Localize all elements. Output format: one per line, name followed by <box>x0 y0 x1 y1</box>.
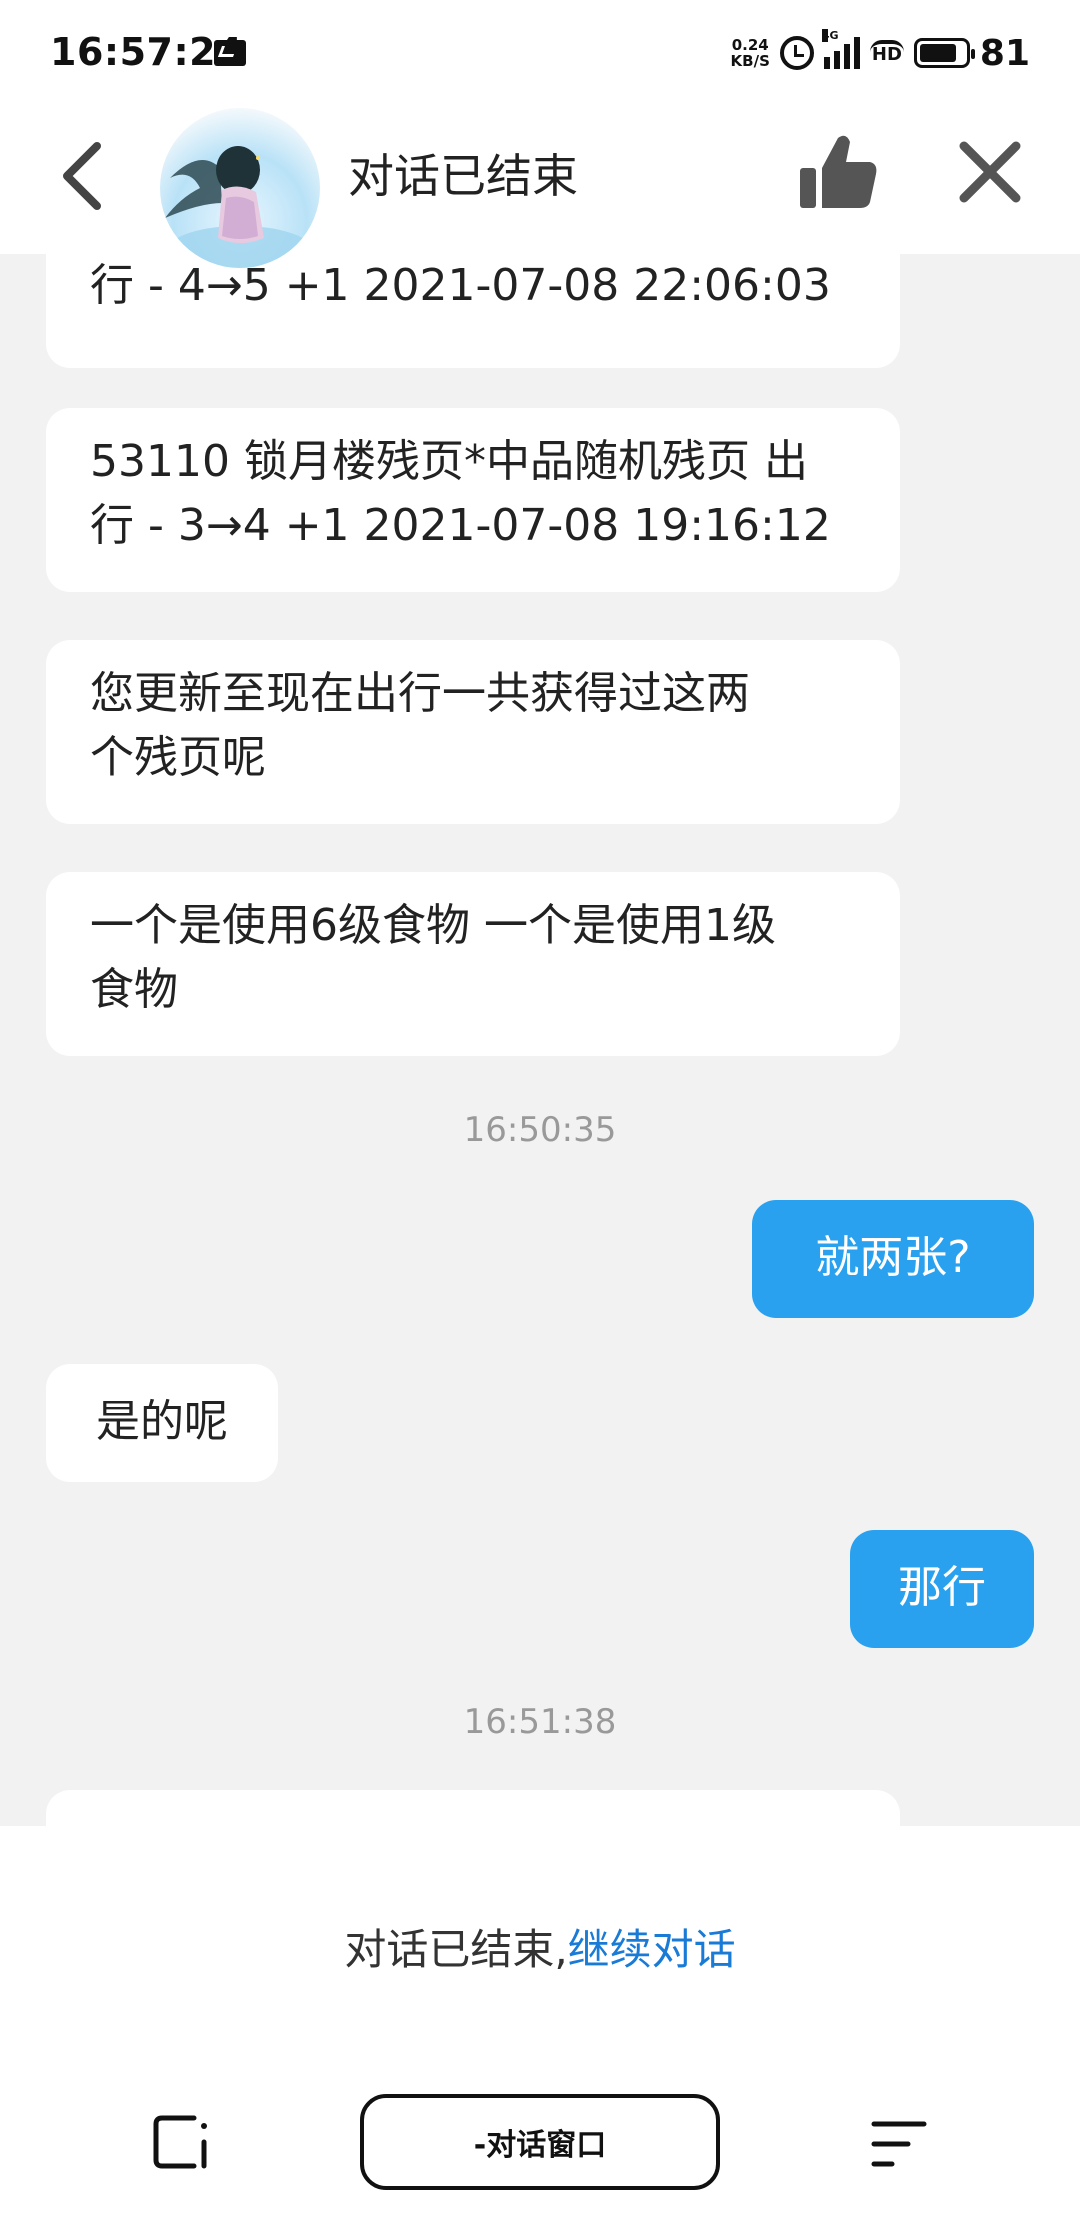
battery-icon <box>913 38 975 68</box>
hd-voice-icon: HD <box>869 40 904 66</box>
status-icons: 0.24 KB/S 4G HD 81 <box>731 28 1030 78</box>
message-timestamp: 16:51:38 <box>463 1702 617 1742</box>
message-text-line: 行 - 3→4 +1 2021-07-08 19:16:12 <box>90 500 831 551</box>
nav-pill-label: -对话窗口 <box>473 2128 607 2163</box>
recent-apps-button[interactable] <box>150 2112 210 2172</box>
network-speed-unit: KB/S <box>730 52 770 70</box>
message-text-line: 53110 锁月楼残页*中品随机残页 出 <box>90 436 808 487</box>
message-timestamp: 16:50:35 <box>463 1110 617 1150</box>
message-bubble-right: 就两张? <box>752 1200 1034 1318</box>
ended-text: 对话已结束, <box>344 1925 568 1974</box>
message-text: 是的呢 <box>96 1396 228 1447</box>
signal-icon: 4G <box>821 29 860 69</box>
message-text-line: 一个是使用6级食物 一个是使用1级 <box>90 900 776 951</box>
avatar[interactable] <box>160 108 320 268</box>
message-bubble-left: 53110 锁月楼残页*中品随机残页 出 行 - 3→4 +1 2021-07-… <box>46 408 900 592</box>
continue-chat-link[interactable]: 继续对话 <box>568 1925 736 1974</box>
message-bubble-left: 一个是使用6级食物 一个是使用1级 食物 <box>46 872 900 1056</box>
network-type-label: 4G <box>821 29 839 42</box>
message-text-line: 个残页呢 <box>90 732 266 783</box>
network-speed-value: 0.24 <box>731 36 769 54</box>
message-bubble-left: 行 - 4→5 +1 2021-07-08 22:06:03 <box>46 254 900 368</box>
message-text: 就两张? <box>815 1232 971 1283</box>
close-icon <box>959 141 1021 203</box>
conversation-ended-notice: 对话已结束,继续对话 <box>0 1916 1080 1977</box>
like-button[interactable] <box>790 128 880 218</box>
home-pill-button[interactable]: -对话窗口 <box>360 2094 720 2190</box>
back-icon <box>63 142 101 210</box>
message-text-line: 您更新至现在出行一共获得过这两 <box>90 668 750 719</box>
bottom-panel: 对话已结束,继续对话 -对话窗口 <box>0 1826 1080 2232</box>
status-bar: 16:57:24 0.24 KB/S 4G HD 81 <box>0 0 1080 106</box>
chat-area[interactable]: 行 - 4→5 +1 2021-07-08 22:06:03 53110 锁月楼… <box>0 254 1080 1826</box>
message-bubble-left: 您更新至现在出行一共获得过这两 个残页呢 <box>46 640 900 824</box>
message-bubble-right: 那行 <box>850 1530 1034 1648</box>
menu-icon <box>871 2121 927 2167</box>
message-text: 那行 <box>898 1562 986 1613</box>
page-title: 对话已结束 <box>348 149 578 203</box>
message-bubble-left <box>46 1790 900 1826</box>
thumbs-up-icon <box>800 135 877 208</box>
message-bubble-left: 是的呢 <box>46 1364 278 1482</box>
battery-percent: 81 <box>979 32 1030 74</box>
alarm-icon <box>779 36 814 70</box>
close-button[interactable] <box>950 132 1030 212</box>
message-text: 行 - 4→5 +1 2021-07-08 22:06:03 <box>90 260 831 311</box>
back-button[interactable] <box>55 136 115 216</box>
message-text-line: 食物 <box>90 964 178 1015</box>
network-speed: 0.24 KB/S <box>731 37 770 69</box>
avatar-image <box>160 108 320 268</box>
recent-apps-icon <box>153 2115 207 2169</box>
message-notification-icon <box>214 40 246 66</box>
menu-button[interactable] <box>868 2116 928 2172</box>
